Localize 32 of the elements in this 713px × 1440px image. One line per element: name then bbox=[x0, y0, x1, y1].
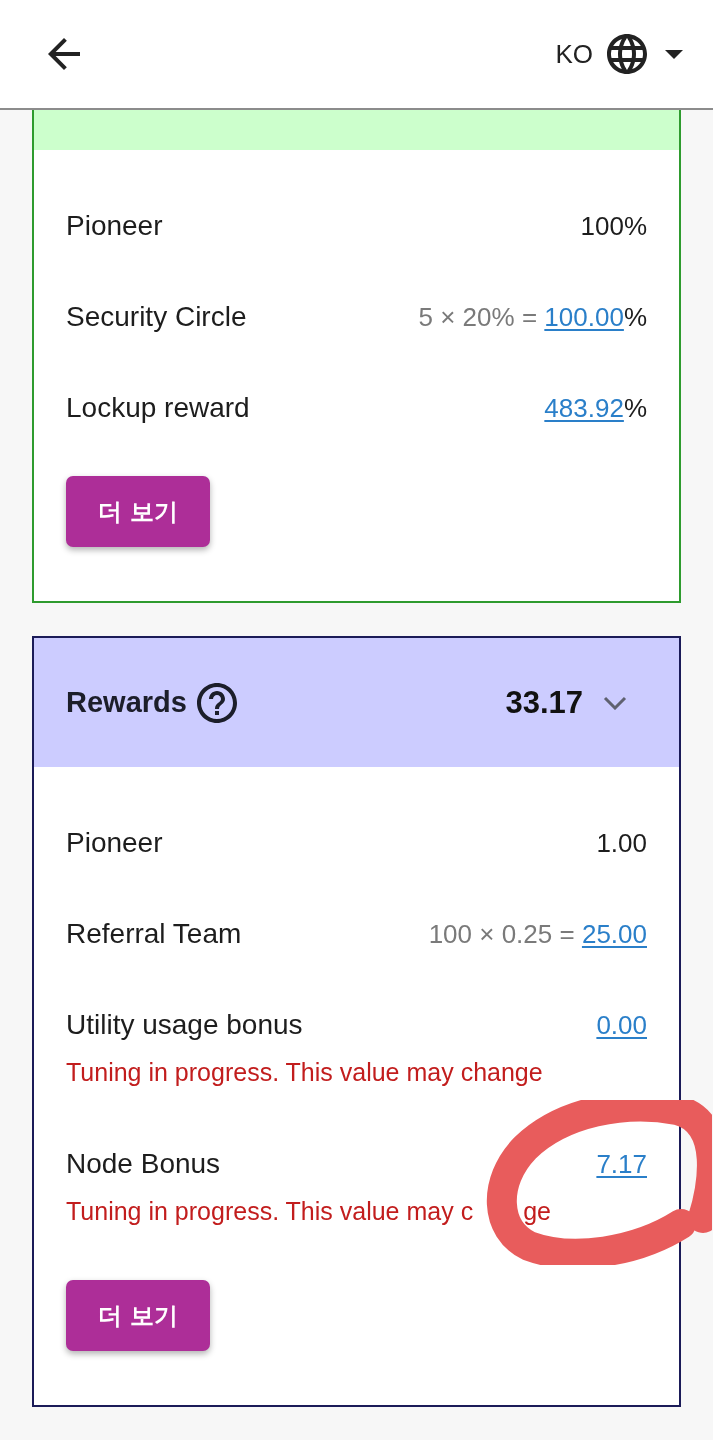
row-label: Security Circle bbox=[66, 301, 247, 333]
help-icon[interactable] bbox=[196, 682, 237, 723]
card-title: Rewards bbox=[66, 686, 187, 719]
card-header[interactable]: Rewards 33.17 bbox=[34, 638, 679, 767]
percent-sign: % bbox=[623, 301, 647, 333]
row-label: Lockup reward bbox=[66, 392, 250, 424]
back-icon[interactable] bbox=[48, 38, 80, 70]
percent-sign: % bbox=[623, 392, 647, 424]
warning-text: Tuning in progress. This value may c bbox=[66, 1197, 474, 1225]
more-button[interactable]: 더 보기 bbox=[66, 476, 210, 547]
row-value: 1.00 bbox=[596, 827, 647, 859]
more-button[interactable]: 더 보기 bbox=[66, 1280, 210, 1351]
globe-icon bbox=[607, 34, 647, 74]
formula-text: 5 × 20% = bbox=[418, 301, 538, 333]
total-value: 33.17 bbox=[505, 684, 583, 721]
row-label: Utility usage bonus bbox=[66, 1009, 303, 1041]
row-value: 100% bbox=[580, 210, 647, 242]
value-link[interactable]: 7.17 bbox=[596, 1148, 647, 1180]
row-label: Referral Team bbox=[66, 918, 242, 950]
value-link[interactable]: 0.00 bbox=[596, 1009, 647, 1041]
row-label: Node Bonus bbox=[66, 1148, 221, 1180]
warning-text: ge bbox=[523, 1197, 551, 1225]
row-label: Pioneer bbox=[66, 210, 163, 242]
row-label: Pioneer bbox=[66, 827, 163, 859]
language-button[interactable]: KO bbox=[555, 34, 683, 74]
formula-text: 100 × 0.25 = bbox=[428, 918, 575, 950]
value-link[interactable]: 483.92 bbox=[544, 392, 624, 424]
warning-text: Tuning in progress. This value may change bbox=[66, 1058, 543, 1086]
chevron-down-icon[interactable] bbox=[603, 695, 627, 710]
value-link[interactable]: 100.00 bbox=[544, 301, 624, 333]
caret-icon bbox=[665, 49, 683, 59]
value-link[interactable]: 25.00 bbox=[581, 918, 647, 950]
